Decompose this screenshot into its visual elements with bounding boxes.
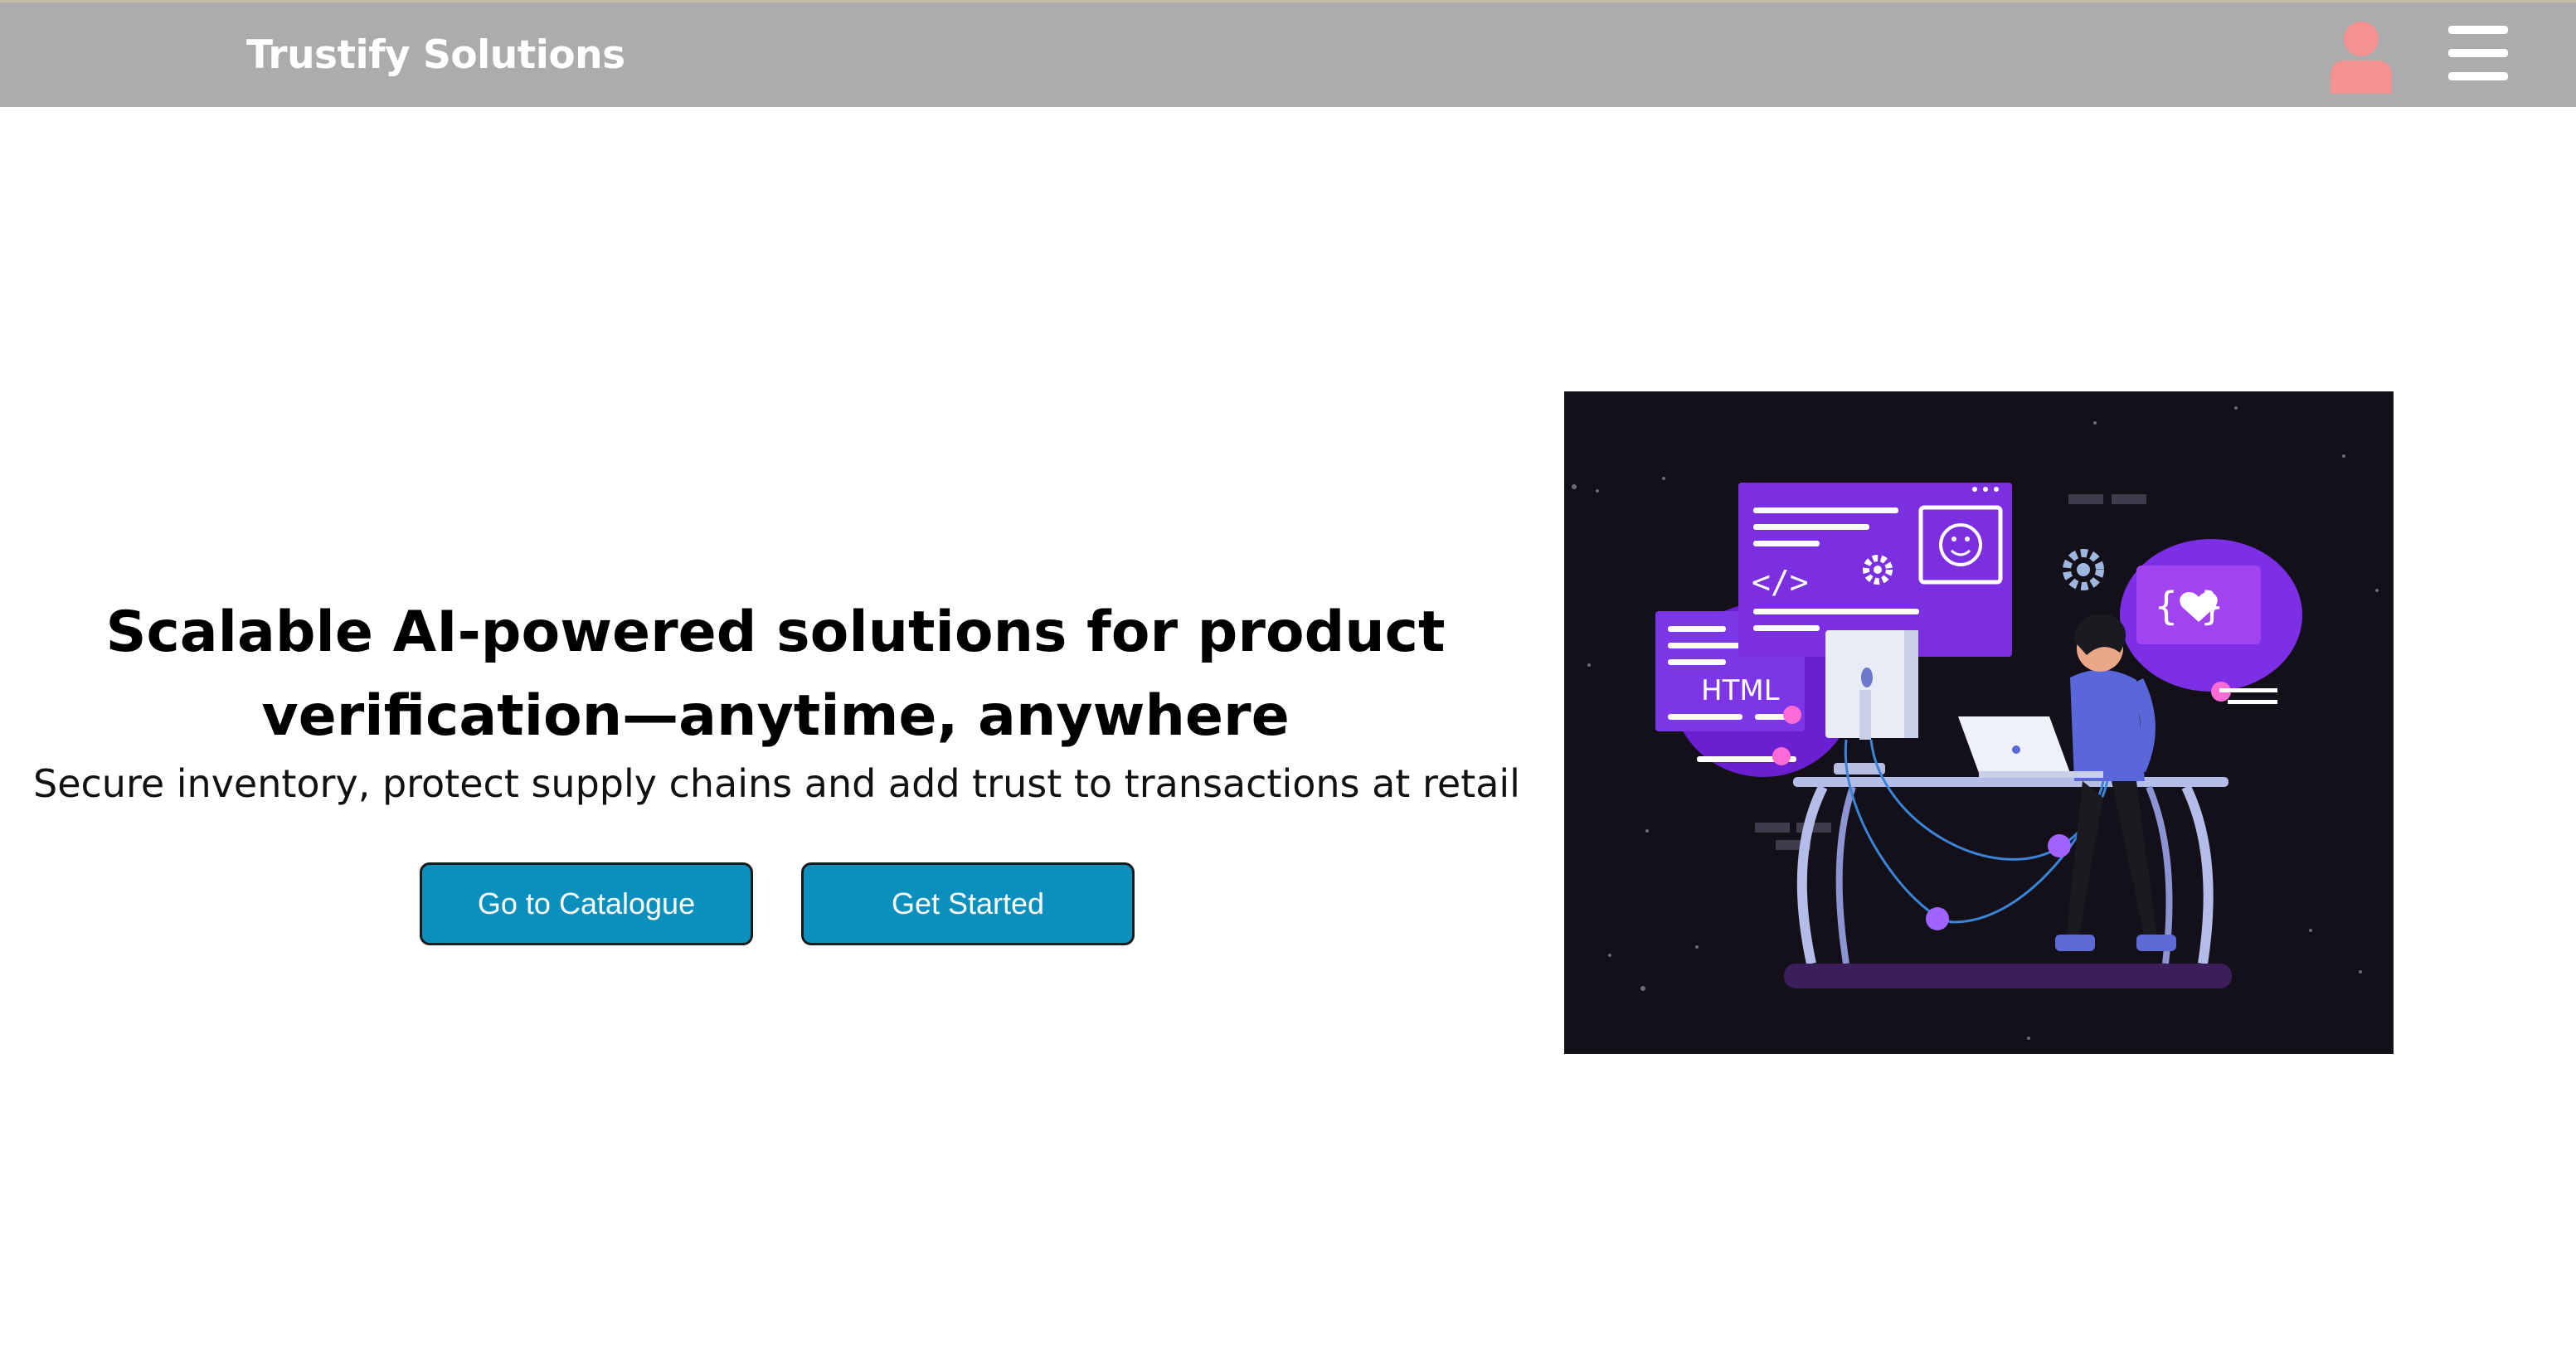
floating-gear-icon [2063, 549, 2104, 590]
desk-shape [1793, 777, 2228, 787]
code-symbol: </> [1752, 564, 1809, 600]
hamburger-menu-button[interactable] [2447, 24, 2510, 82]
laptop-shape [1958, 716, 2070, 773]
landing-page: Trustify Solutions Scalable AI-powered s… [0, 0, 2576, 1350]
go-to-catalogue-button[interactable]: Go to Catalogue [420, 862, 753, 945]
developer-illustration-image: HTML </> { [1572, 406, 2379, 1040]
hero-subtitle: Secure inventory, protect supply chains … [33, 761, 1520, 806]
brand-logo-text[interactable]: Trustify Solutions [246, 32, 625, 78]
hamburger-menu-icon [2448, 26, 2508, 80]
user-account-button[interactable] [2327, 21, 2395, 94]
hero-illustration: HTML </> { [1564, 391, 2394, 1054]
html-label: HTML [1701, 674, 1780, 707]
user-icon [2331, 22, 2392, 94]
get-started-button[interactable]: Get Started [801, 862, 1135, 945]
top-navbar: Trustify Solutions [0, 0, 2576, 107]
hero-title: Scalable AI-powered solutions for produc… [105, 600, 1446, 749]
